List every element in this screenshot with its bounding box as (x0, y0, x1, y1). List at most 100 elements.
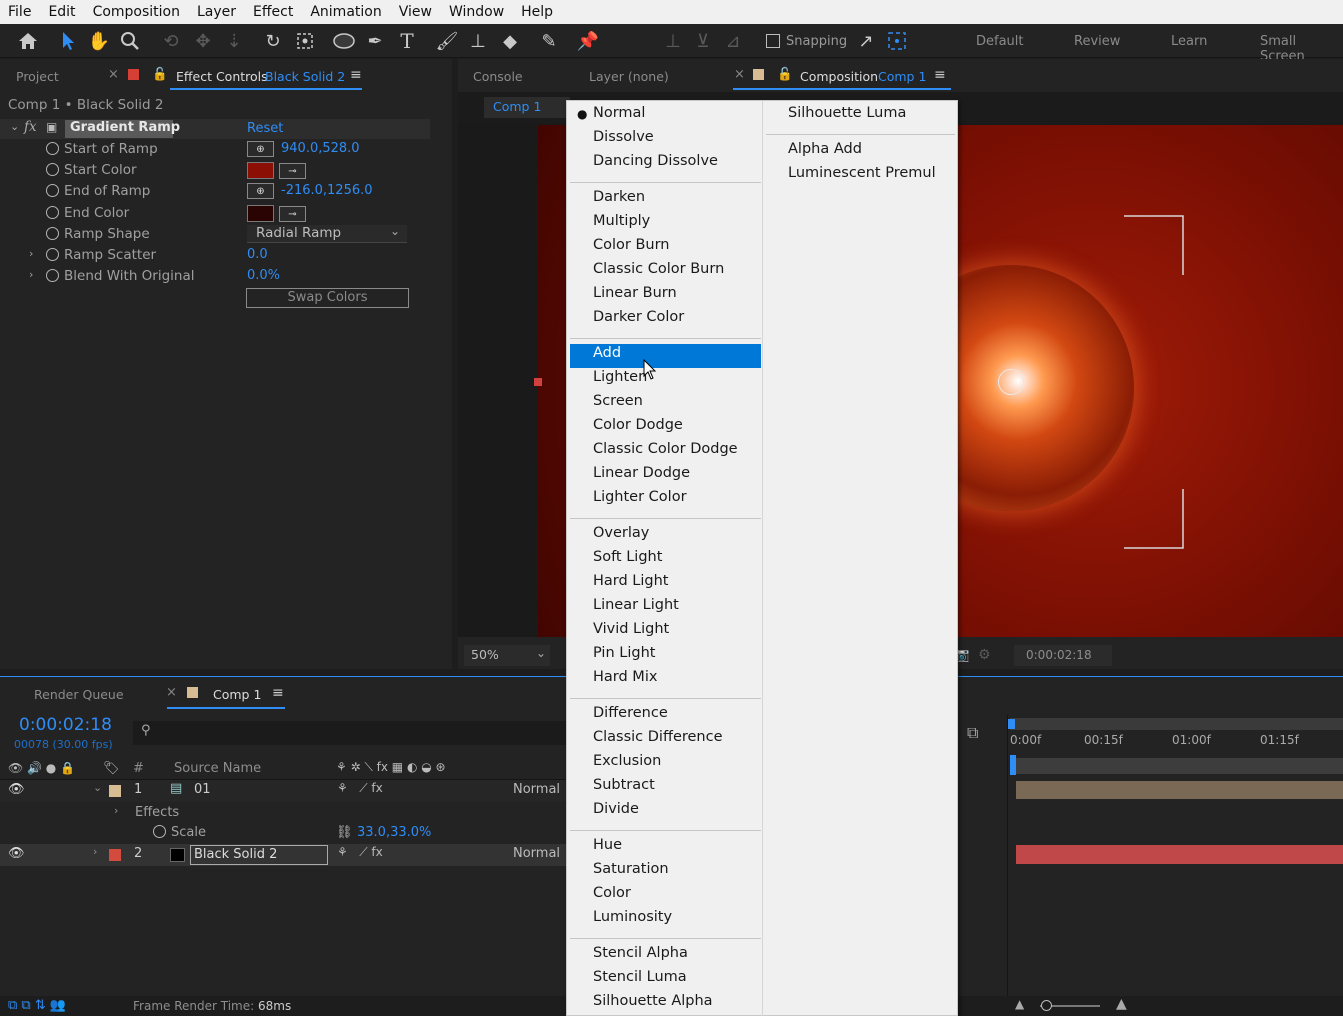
workspace-default[interactable]: Default (976, 34, 1024, 49)
panel-menu-icon[interactable]: ≡ (934, 67, 946, 83)
lock-icon[interactable]: 🔓 (152, 66, 168, 82)
layer-label-color[interactable] (109, 849, 121, 861)
constrain-proportions-icon[interactable]: ⛓ (336, 825, 353, 840)
blend-mode-difference[interactable]: Difference (593, 705, 668, 721)
status-icons[interactable]: ⧉ ⧉ ⇅ 👥 (8, 998, 66, 1013)
stopwatch-icon[interactable] (46, 184, 59, 197)
zoom-in-icon[interactable]: ▲ (1116, 996, 1127, 1012)
layer-handle[interactable] (534, 378, 542, 386)
blend-mode-multiply[interactable]: Multiply (593, 213, 650, 229)
blend-mode-linear-dodge[interactable]: Linear Dodge (593, 465, 690, 481)
crosshair-icon[interactable]: ⊕ (247, 141, 274, 157)
blend-mode-stencil-alpha[interactable]: Stencil Alpha (593, 945, 688, 961)
stopwatch-icon[interactable] (153, 825, 166, 838)
zoom-dropdown[interactable]: 50% ⌄ (464, 645, 550, 666)
blend-mode-color-burn[interactable]: Color Burn (593, 237, 670, 253)
blend-mode-dissolve[interactable]: Dissolve (593, 129, 654, 145)
blend-mode-screen[interactable]: Screen (593, 393, 643, 409)
blend-mode-lighter-color[interactable]: Lighter Color (593, 489, 687, 505)
blend-mode-stencil-luma[interactable]: Stencil Luma (593, 969, 687, 985)
layer-label-color[interactable] (109, 785, 121, 797)
swap-colors-button[interactable]: Swap Colors (246, 288, 409, 308)
chevron-right-icon[interactable]: › (29, 247, 33, 260)
blend-mode-luminosity[interactable]: Luminosity (593, 909, 672, 925)
layer-switches[interactable]: ⚘ ⟋ fx (337, 845, 383, 860)
fx-icon[interactable]: fx (24, 119, 37, 135)
console-tab[interactable]: Console (473, 69, 523, 84)
pen-tool-icon[interactable]: ✒ (362, 28, 388, 54)
blend-mode-alpha-add[interactable]: Alpha Add (788, 141, 862, 157)
blend-mode-color[interactable]: Color (593, 885, 631, 901)
comp-flowchart-icon[interactable]: ⧉ (967, 723, 978, 743)
stopwatch-icon[interactable] (46, 163, 59, 176)
layer-name-field[interactable]: Black Solid 2 (190, 845, 328, 865)
world-axis-icon[interactable]: ⊻ (690, 28, 716, 54)
menu-file[interactable]: File (0, 4, 40, 20)
blend-mode-vivid-light[interactable]: Vivid Light (593, 621, 669, 637)
snapping-checkbox[interactable] (766, 34, 780, 48)
chevron-down-icon[interactable]: ⌄ (10, 120, 19, 133)
camera-orbit-icon[interactable]: ⟲ (158, 28, 184, 54)
local-axis-icon[interactable]: ⊥ (660, 28, 686, 54)
end-of-ramp-value[interactable]: -216.0,1256.0 (281, 183, 373, 198)
blend-mode-linear-burn[interactable]: Linear Burn (593, 285, 677, 301)
layer-name[interactable]: 01 (194, 782, 211, 797)
end-color-swatch[interactable] (247, 205, 274, 222)
anchor-point-icon[interactable] (998, 369, 1024, 395)
selection-tool-icon[interactable] (55, 28, 81, 54)
menu-animation[interactable]: Animation (302, 4, 390, 20)
start-of-ramp-value[interactable]: 940.0,528.0 (281, 141, 360, 156)
scale-value[interactable]: 33.0,33.0% (357, 825, 431, 840)
render-queue-tab[interactable]: Render Queue (34, 687, 124, 702)
menu-composition[interactable]: Composition (85, 4, 189, 20)
playhead[interactable] (1010, 755, 1016, 775)
blend-mode-classic-color-dodge[interactable]: Classic Color Dodge (593, 441, 738, 457)
layer-switches[interactable]: ⚘ ⟋ fx (337, 781, 383, 796)
blend-mode-classic-difference[interactable]: Classic Difference (593, 729, 723, 745)
timeline-search-input[interactable]: ⚲ (133, 721, 567, 745)
stopwatch-icon[interactable] (46, 227, 59, 240)
stopwatch-icon[interactable] (46, 269, 59, 282)
lock-icon[interactable]: 🔓 (777, 66, 793, 82)
ellipse-tool-icon[interactable] (331, 28, 357, 54)
blend-mode-darker-color[interactable]: Darker Color (593, 309, 684, 325)
close-project-tab-icon[interactable]: × (108, 67, 119, 82)
layer-tab[interactable]: Layer (none) (589, 69, 669, 84)
workspace-learn[interactable]: Learn (1171, 34, 1207, 49)
composition-tab-comp[interactable]: Comp 1 (878, 69, 926, 84)
workspace-review[interactable]: Review (1074, 34, 1120, 49)
layer-2-bar[interactable] (1016, 845, 1343, 864)
zoom-slider-handle[interactable] (1041, 1000, 1052, 1011)
panel-menu-icon[interactable]: ≡ (272, 685, 284, 701)
close-render-queue-icon[interactable]: × (166, 685, 177, 700)
dolly-camera-icon[interactable]: ⇣ (221, 28, 247, 54)
menu-edit[interactable]: Edit (40, 4, 84, 20)
layer-1-bar[interactable] (1016, 781, 1343, 799)
clone-stamp-tool-icon[interactable]: ⊥ (465, 28, 491, 54)
effect-name[interactable]: Gradient Ramp (70, 120, 180, 135)
project-tab[interactable]: Project (16, 69, 59, 84)
blend-mode-hard-mix[interactable]: Hard Mix (593, 669, 657, 685)
blend-mode-linear-light[interactable]: Linear Light (593, 597, 679, 613)
pan-camera-icon[interactable]: ✥ (190, 28, 216, 54)
blend-with-original-value[interactable]: 0.0% (247, 268, 280, 283)
blend-mode-normal[interactable]: Normal (593, 105, 645, 121)
menu-effect[interactable]: Effect (245, 4, 302, 20)
blend-mode-dancing-dissolve[interactable]: Dancing Dissolve (593, 153, 718, 169)
chevron-right-icon[interactable]: › (29, 268, 33, 281)
blend-mode-pin-light[interactable]: Pin Light (593, 645, 655, 661)
blend-mode-hard-light[interactable]: Hard Light (593, 573, 669, 589)
stopwatch-icon[interactable] (46, 248, 59, 261)
blend-mode-divide[interactable]: Divide (593, 801, 639, 817)
blend-mode-soft-light[interactable]: Soft Light (593, 549, 662, 565)
blend-mode-silhouette-alpha[interactable]: Silhouette Alpha (593, 993, 713, 1009)
rotation-tool-icon[interactable]: ↻ (260, 28, 286, 54)
blend-mode-subtract[interactable]: Subtract (593, 777, 655, 793)
effect-controls-tab[interactable]: Effect Controls (176, 69, 268, 84)
start-color-swatch[interactable] (247, 162, 274, 179)
snap-edges-icon[interactable]: ↗ (853, 28, 879, 54)
visibility-eye-icon[interactable]: 👁 (8, 846, 25, 861)
layer-mode[interactable]: Normal (513, 782, 560, 797)
layer-row-1[interactable] (0, 780, 567, 802)
brush-tool-icon[interactable]: 🖌 (434, 28, 460, 54)
